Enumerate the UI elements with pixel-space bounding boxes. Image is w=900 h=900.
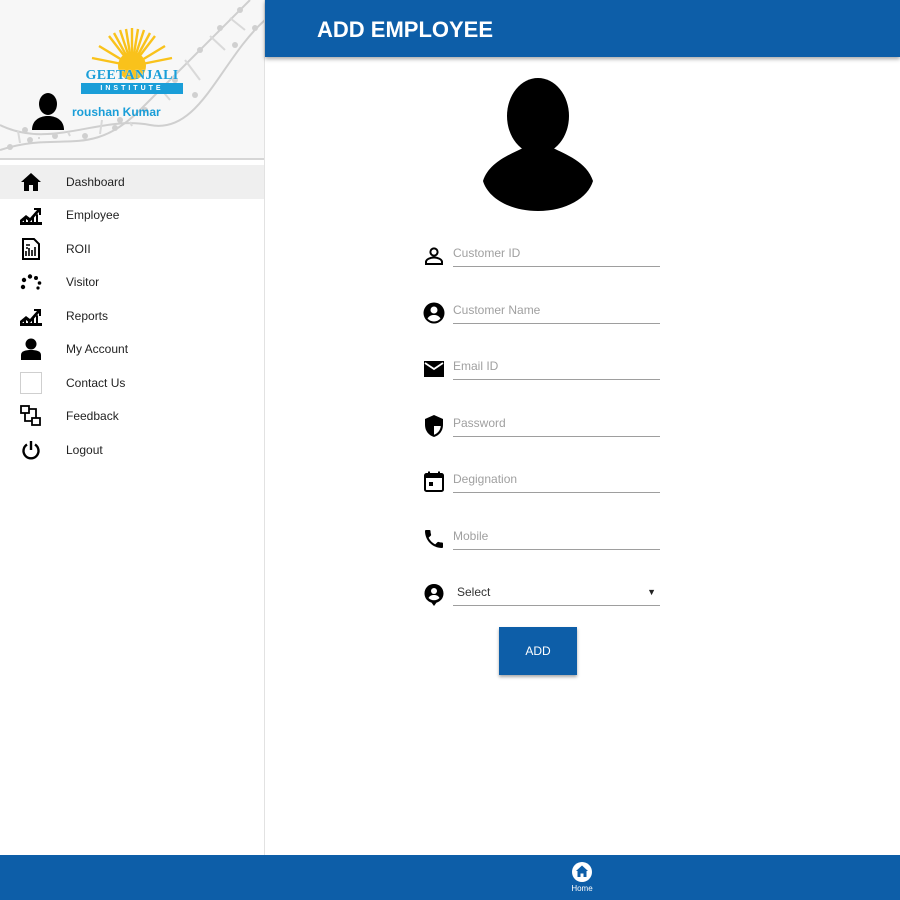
- customer-name-field: [420, 289, 660, 329]
- trending-chart-icon: [19, 203, 43, 227]
- sidebar-item-label: My Account: [66, 342, 129, 357]
- sidebar-item-label: Employee: [66, 208, 120, 223]
- person-outline-icon: [425, 247, 443, 265]
- shield-icon: [425, 415, 443, 437]
- sidebar-item-reports[interactable]: Reports: [0, 299, 264, 333]
- brand-name: GEETANJALI: [85, 68, 179, 83]
- email-field: [420, 345, 660, 385]
- sidebar-item-label: Contact Us: [66, 375, 126, 390]
- customer-name-input[interactable]: [453, 289, 660, 324]
- sidebar-item-feedback[interactable]: Feedback: [0, 400, 264, 434]
- mobile-input[interactable]: [453, 515, 660, 550]
- home-button[interactable]: Home: [564, 861, 600, 897]
- home-circle-icon: [572, 862, 592, 882]
- add-button[interactable]: ADD: [499, 627, 577, 675]
- password-field: [420, 402, 660, 442]
- sidebar-item-label: Feedback: [66, 409, 119, 424]
- brand-subtitle: INSTITUTE: [81, 83, 183, 94]
- blank-square-icon: [19, 371, 43, 395]
- flow-icon: [19, 404, 43, 428]
- sidebar-item-logout[interactable]: Logout: [0, 433, 264, 467]
- customer-id-input[interactable]: [453, 232, 660, 267]
- email-input[interactable]: [453, 345, 660, 380]
- person-icon: [19, 337, 43, 361]
- sidebar-item-label: ROII: [66, 241, 91, 256]
- sidebar-item-label: Reports: [66, 308, 109, 323]
- sidebar-item-label: Logout: [66, 442, 103, 457]
- user-name: roushan Kumar: [72, 105, 161, 119]
- sidebar-item-roii[interactable]: ROII: [0, 232, 264, 266]
- sidebar-item-contact-us[interactable]: Contact Us: [0, 366, 264, 400]
- profile-avatar-icon[interactable]: [483, 78, 593, 211]
- person-pin-icon: [424, 584, 444, 606]
- sidebar-item-dashboard[interactable]: Dashboard: [0, 165, 264, 199]
- sidebar-item-label: Visitor: [66, 275, 100, 290]
- sidebar-item-label: Dashboard: [66, 174, 125, 189]
- sidebar-nav: Dashboard Employee ROII Visitor Reports: [0, 165, 264, 467]
- dropdown-arrow-icon: ▼: [647, 587, 656, 597]
- password-input[interactable]: [453, 402, 660, 437]
- sidebar-item-my-account[interactable]: My Account: [0, 333, 264, 367]
- customer-id-field: [420, 232, 660, 272]
- home-label: Home: [571, 884, 593, 893]
- sidebar-item-employee[interactable]: Employee: [0, 199, 264, 233]
- mail-icon: [424, 361, 444, 377]
- account-circle-icon: [423, 302, 445, 324]
- bottom-bar: Home: [0, 855, 900, 900]
- designation-input[interactable]: [453, 458, 660, 493]
- document-chart-icon: [19, 237, 43, 261]
- dotted-loader-icon: [19, 270, 43, 294]
- power-icon: [19, 438, 43, 462]
- drawer-header: GEETANJALI INSTITUTE roushan Kumar: [0, 0, 264, 160]
- user-avatar-icon: [32, 93, 64, 130]
- app-bar: ADD EMPLOYEE: [265, 0, 900, 57]
- mobile-field: [420, 515, 660, 555]
- role-field: Select ▼: [420, 571, 660, 611]
- page-title: ADD EMPLOYEE: [317, 17, 494, 42]
- trending-chart-icon: [19, 304, 43, 328]
- designation-field: [420, 458, 660, 498]
- sidebar: GEETANJALI INSTITUTE roushan Kumar Dashb…: [0, 0, 265, 855]
- home-icon: [19, 170, 43, 194]
- sidebar-item-visitor[interactable]: Visitor: [0, 266, 264, 300]
- phone-icon: [425, 530, 443, 548]
- role-select-value: Select: [457, 585, 491, 599]
- role-select[interactable]: Select ▼: [453, 571, 660, 606]
- calendar-icon: [424, 471, 444, 492]
